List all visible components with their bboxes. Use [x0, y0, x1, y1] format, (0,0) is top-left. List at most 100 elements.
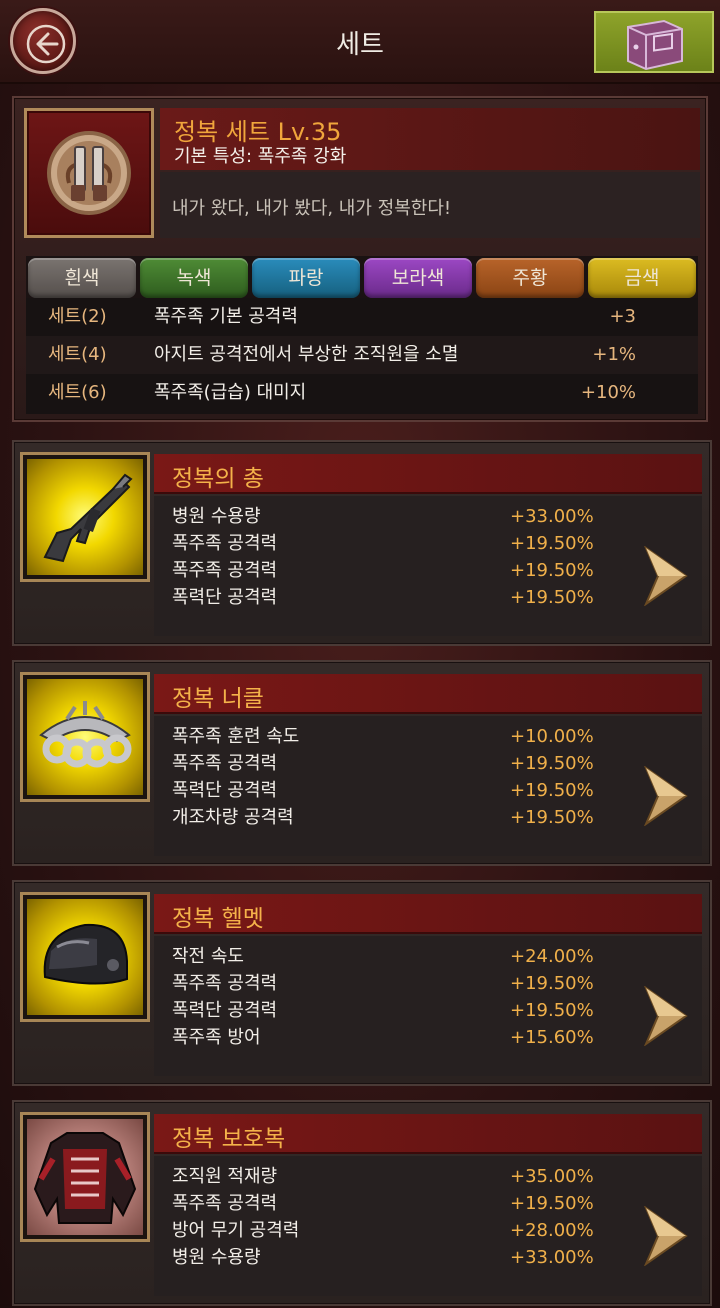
- item-title-bar: 정복 헬멧: [154, 894, 702, 934]
- stat-row: 폭주족 훈련 속도 +10.00%: [172, 723, 612, 750]
- stat-value: +19.50%: [510, 973, 594, 994]
- stat-row: 폭주족 공격력 +19.50%: [172, 1190, 612, 1217]
- stat-row: 폭주족 공격력 +19.50%: [172, 750, 612, 777]
- bonus-row: 세트(4) 아지트 공격전에서 부상한 조직원을 소멸 +1%: [26, 336, 698, 374]
- bonus-set-count: 세트(4): [48, 344, 107, 365]
- chevron-right-icon[interactable]: [642, 986, 690, 1046]
- stat-row: 폭력단 공격력 +19.50%: [172, 584, 612, 611]
- storage-chest-icon: [627, 19, 683, 71]
- stat-name: 폭주족 훈련 속도: [172, 726, 300, 747]
- chevron-right-icon[interactable]: [642, 546, 690, 606]
- item-icon-frame: [20, 892, 150, 1022]
- set-description-box: 내가 왔다, 내가 봤다, 내가 정복한다!: [160, 172, 700, 238]
- bonus-set-count: 세트(2): [48, 306, 107, 327]
- item-stats: 폭주족 훈련 속도 +10.00% 폭주족 공격력 +19.50% 폭력단 공격력 +…: [154, 716, 702, 856]
- stat-row: 폭주족 공격력 +19.50%: [172, 530, 612, 557]
- item-title-bar: 정복 보호복: [154, 1114, 702, 1154]
- gun-icon: [43, 473, 133, 563]
- chevron-right-icon[interactable]: [642, 766, 690, 826]
- stat-name: 개조차량 공격력: [172, 807, 294, 828]
- bonus-row: 세트(6) 폭주족(급습) 대미지 +10%: [26, 374, 698, 412]
- stat-value: +19.50%: [510, 807, 594, 828]
- stat-name: 폭주족 방어: [172, 1027, 261, 1048]
- knuckles-icon: [39, 701, 132, 768]
- tab-grade-orange[interactable]: 주황: [476, 258, 584, 298]
- stat-row: 작전 속도 +24.00%: [172, 943, 612, 970]
- stat-name: 병원 수용량: [172, 506, 261, 527]
- item-icon-frame: [20, 452, 150, 582]
- bonus-value: +1%: [592, 344, 636, 365]
- item-icon-frame: [20, 672, 150, 802]
- stat-name: 폭력단 공격력: [172, 780, 278, 801]
- stat-row: 방어 무기 공격력 +28.00%: [172, 1217, 612, 1244]
- tab-grade-green[interactable]: 녹색: [140, 258, 248, 298]
- stat-name: 폭주족 공격력: [172, 753, 278, 774]
- item-stats: 조직원 적재량 +35.00% 폭주족 공격력 +19.50% 방어 무기 공격력 +…: [154, 1156, 702, 1296]
- stat-value: +19.50%: [510, 587, 594, 608]
- stat-name: 폭력단 공격력: [172, 1000, 278, 1021]
- item-title: 정복 너클: [172, 686, 264, 712]
- stat-value: +19.50%: [510, 560, 594, 581]
- stat-row: 폭력단 공격력 +19.50%: [172, 997, 612, 1024]
- item-card-helmet[interactable]: 정복 헬멧 작전 속도 +24.00% 폭주족 공격력 +19.50% 폭력단 공격…: [12, 880, 712, 1086]
- stat-name: 폭주족 공격력: [172, 973, 278, 994]
- stat-value: +33.00%: [510, 1247, 594, 1268]
- stat-row: 개조차량 공격력 +19.50%: [172, 804, 612, 831]
- stat-value: +19.50%: [510, 753, 594, 774]
- stat-name: 폭력단 공격력: [172, 587, 278, 608]
- bonus-description: 아지트 공격전에서 부상한 조직원을 소멸: [154, 344, 459, 365]
- stat-value: +10.00%: [510, 726, 594, 747]
- item-card-gun[interactable]: 정복의 총 병원 수용량 +33.00% 폭주족 공격력 +19.50% 폭주족 공…: [12, 440, 712, 646]
- stat-name: 폭주족 공격력: [172, 533, 278, 554]
- item-title: 정복 보호복: [172, 1126, 286, 1152]
- item-icon-frame: [20, 1112, 150, 1242]
- storage-button[interactable]: [594, 11, 714, 73]
- grade-tabs: 흰색 녹색 파랑 보라색 주황 금색: [26, 256, 698, 300]
- bonus-row: 세트(2) 폭주족 기본 공격력 +3: [26, 298, 698, 336]
- stat-value: +28.00%: [510, 1220, 594, 1241]
- bonus-description: 폭주족(급습) 대미지: [154, 382, 307, 403]
- item-card-knuckles[interactable]: 정복 너클 폭주족 훈련 속도 +10.00% 폭주족 공격력 +19.50% 폭력…: [12, 660, 712, 866]
- item-title: 정복 헬멧: [172, 906, 264, 932]
- stat-value: +19.50%: [510, 533, 594, 554]
- stat-name: 폭주족 공격력: [172, 560, 278, 581]
- tab-grade-blue[interactable]: 파랑: [252, 258, 360, 298]
- set-description: 내가 왔다, 내가 봤다, 내가 정복한다!: [172, 198, 452, 219]
- stat-row: 조직원 적재량 +35.00%: [172, 1163, 612, 1190]
- bonus-value: +3: [609, 306, 636, 327]
- stat-row: 병원 수용량 +33.00%: [172, 503, 612, 530]
- stat-value: +19.50%: [510, 1193, 594, 1214]
- item-title-bar: 정복의 총: [154, 454, 702, 494]
- set-info-panel: 정복 세트 Lv.35 기본 특성: 폭주족 강화 내가 왔다, 내가 봤다, …: [12, 96, 708, 422]
- stat-row: 폭력단 공격력 +19.50%: [172, 777, 612, 804]
- set-title-bar: 정복 세트 Lv.35 기본 특성: 폭주족 강화: [160, 108, 700, 170]
- item-title: 정복의 총: [172, 466, 264, 492]
- stat-name: 폭주족 공격력: [172, 1193, 278, 1214]
- tab-grade-purple[interactable]: 보라색: [364, 258, 472, 298]
- bonus-description: 폭주족 기본 공격력: [154, 306, 298, 327]
- tab-grade-white[interactable]: 흰색: [28, 258, 136, 298]
- item-card-armor[interactable]: 정복 보호복 조직원 적재량 +35.00% 폭주족 공격력 +19.50% 방어 …: [12, 1100, 712, 1306]
- stat-name: 작전 속도: [172, 946, 244, 967]
- stat-row: 폭주족 공격력 +19.50%: [172, 557, 612, 584]
- stat-value: +24.00%: [510, 946, 594, 967]
- tab-grade-gold[interactable]: 금색: [588, 258, 696, 298]
- stat-value: +33.00%: [510, 506, 594, 527]
- stat-name: 병원 수용량: [172, 1247, 261, 1268]
- stat-value: +35.00%: [510, 1166, 594, 1187]
- stat-value: +19.50%: [510, 1000, 594, 1021]
- stat-row: 폭주족 방어 +15.60%: [172, 1024, 612, 1051]
- pistols-emblem-icon: [47, 131, 131, 215]
- set-trait: 기본 특성: 폭주족 강화: [174, 146, 347, 167]
- chevron-right-icon[interactable]: [642, 1206, 690, 1266]
- armor-icon: [33, 1132, 137, 1224]
- item-title-bar: 정복 너클: [154, 674, 702, 714]
- item-stats: 작전 속도 +24.00% 폭주족 공격력 +19.50% 폭력단 공격력 +19.5…: [154, 936, 702, 1076]
- header-bar: 세트: [0, 0, 720, 84]
- helmet-icon: [43, 923, 128, 985]
- stat-row: 폭주족 공격력 +19.50%: [172, 970, 612, 997]
- bonus-set-count: 세트(6): [48, 382, 107, 403]
- bonus-value: +10%: [580, 382, 636, 403]
- stat-value: +19.50%: [510, 780, 594, 801]
- item-stats: 병원 수용량 +33.00% 폭주족 공격력 +19.50% 폭주족 공격력 +19.…: [154, 496, 702, 636]
